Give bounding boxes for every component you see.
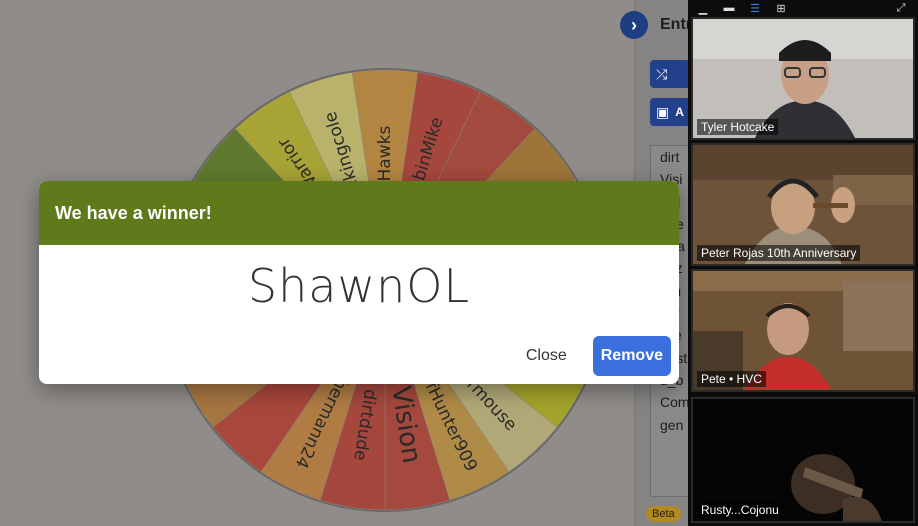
expand-icon[interactable]: ⤢ bbox=[894, 2, 908, 14]
add-image-label: A bbox=[675, 105, 684, 119]
shuffle-icon: ⤮ bbox=[656, 65, 668, 82]
add-image-button[interactable]: ▣ A bbox=[650, 98, 690, 126]
minimize-icon[interactable]: ▁ bbox=[696, 3, 710, 15]
strip-view-icon[interactable]: ☰ bbox=[748, 3, 762, 15]
chevron-right-icon: › bbox=[631, 14, 637, 35]
gallery-view-icon[interactable]: ⊞ bbox=[774, 3, 788, 15]
video-call-panel: ▁ ▬ ☰ ⊞ ⤢ Tyler Hotcake Peter Rojas 10th… bbox=[688, 0, 918, 526]
beta-badge: Beta bbox=[646, 506, 681, 522]
entry-item: gen bbox=[660, 416, 684, 433]
shuffle-button[interactable]: ⤮ bbox=[650, 60, 690, 88]
participant-tile[interactable]: Pete • HVC bbox=[691, 269, 915, 392]
dialog-actions: Close Remove bbox=[514, 336, 671, 376]
video-toolbar: ▁ ▬ ☰ ⊞ ⤢ bbox=[688, 0, 918, 16]
participant-tile[interactable]: Tyler Hotcake bbox=[691, 17, 915, 140]
collapse-sidebar-button[interactable]: › bbox=[620, 11, 648, 39]
close-button[interactable]: Close bbox=[514, 339, 579, 373]
dialog-title: We have a winner! bbox=[39, 181, 679, 245]
wheel-segment-label: Hawks bbox=[375, 126, 395, 182]
image-icon: ▣ bbox=[656, 103, 670, 120]
participant-name: Peter Rojas 10th Anniversary bbox=[697, 245, 861, 261]
participant-tile[interactable]: Peter Rojas 10th Anniversary bbox=[691, 143, 915, 266]
participant-name: Pete • HVC bbox=[697, 371, 766, 387]
entry-item: Com bbox=[660, 394, 690, 411]
speaker-view-icon[interactable]: ▬ bbox=[722, 2, 736, 14]
participant-tile[interactable]: Rusty...Cojonu bbox=[691, 397, 915, 523]
remove-button[interactable]: Remove bbox=[592, 336, 671, 376]
participant-name: Tyler Hotcake bbox=[697, 119, 779, 135]
entry-item: dirt bbox=[660, 149, 680, 165]
winner-dialog: We have a winner! ShawnOL Close Remove bbox=[39, 181, 679, 384]
participant-name: Rusty...Cojonu bbox=[697, 502, 783, 518]
winner-name: ShawnOL bbox=[247, 259, 471, 313]
